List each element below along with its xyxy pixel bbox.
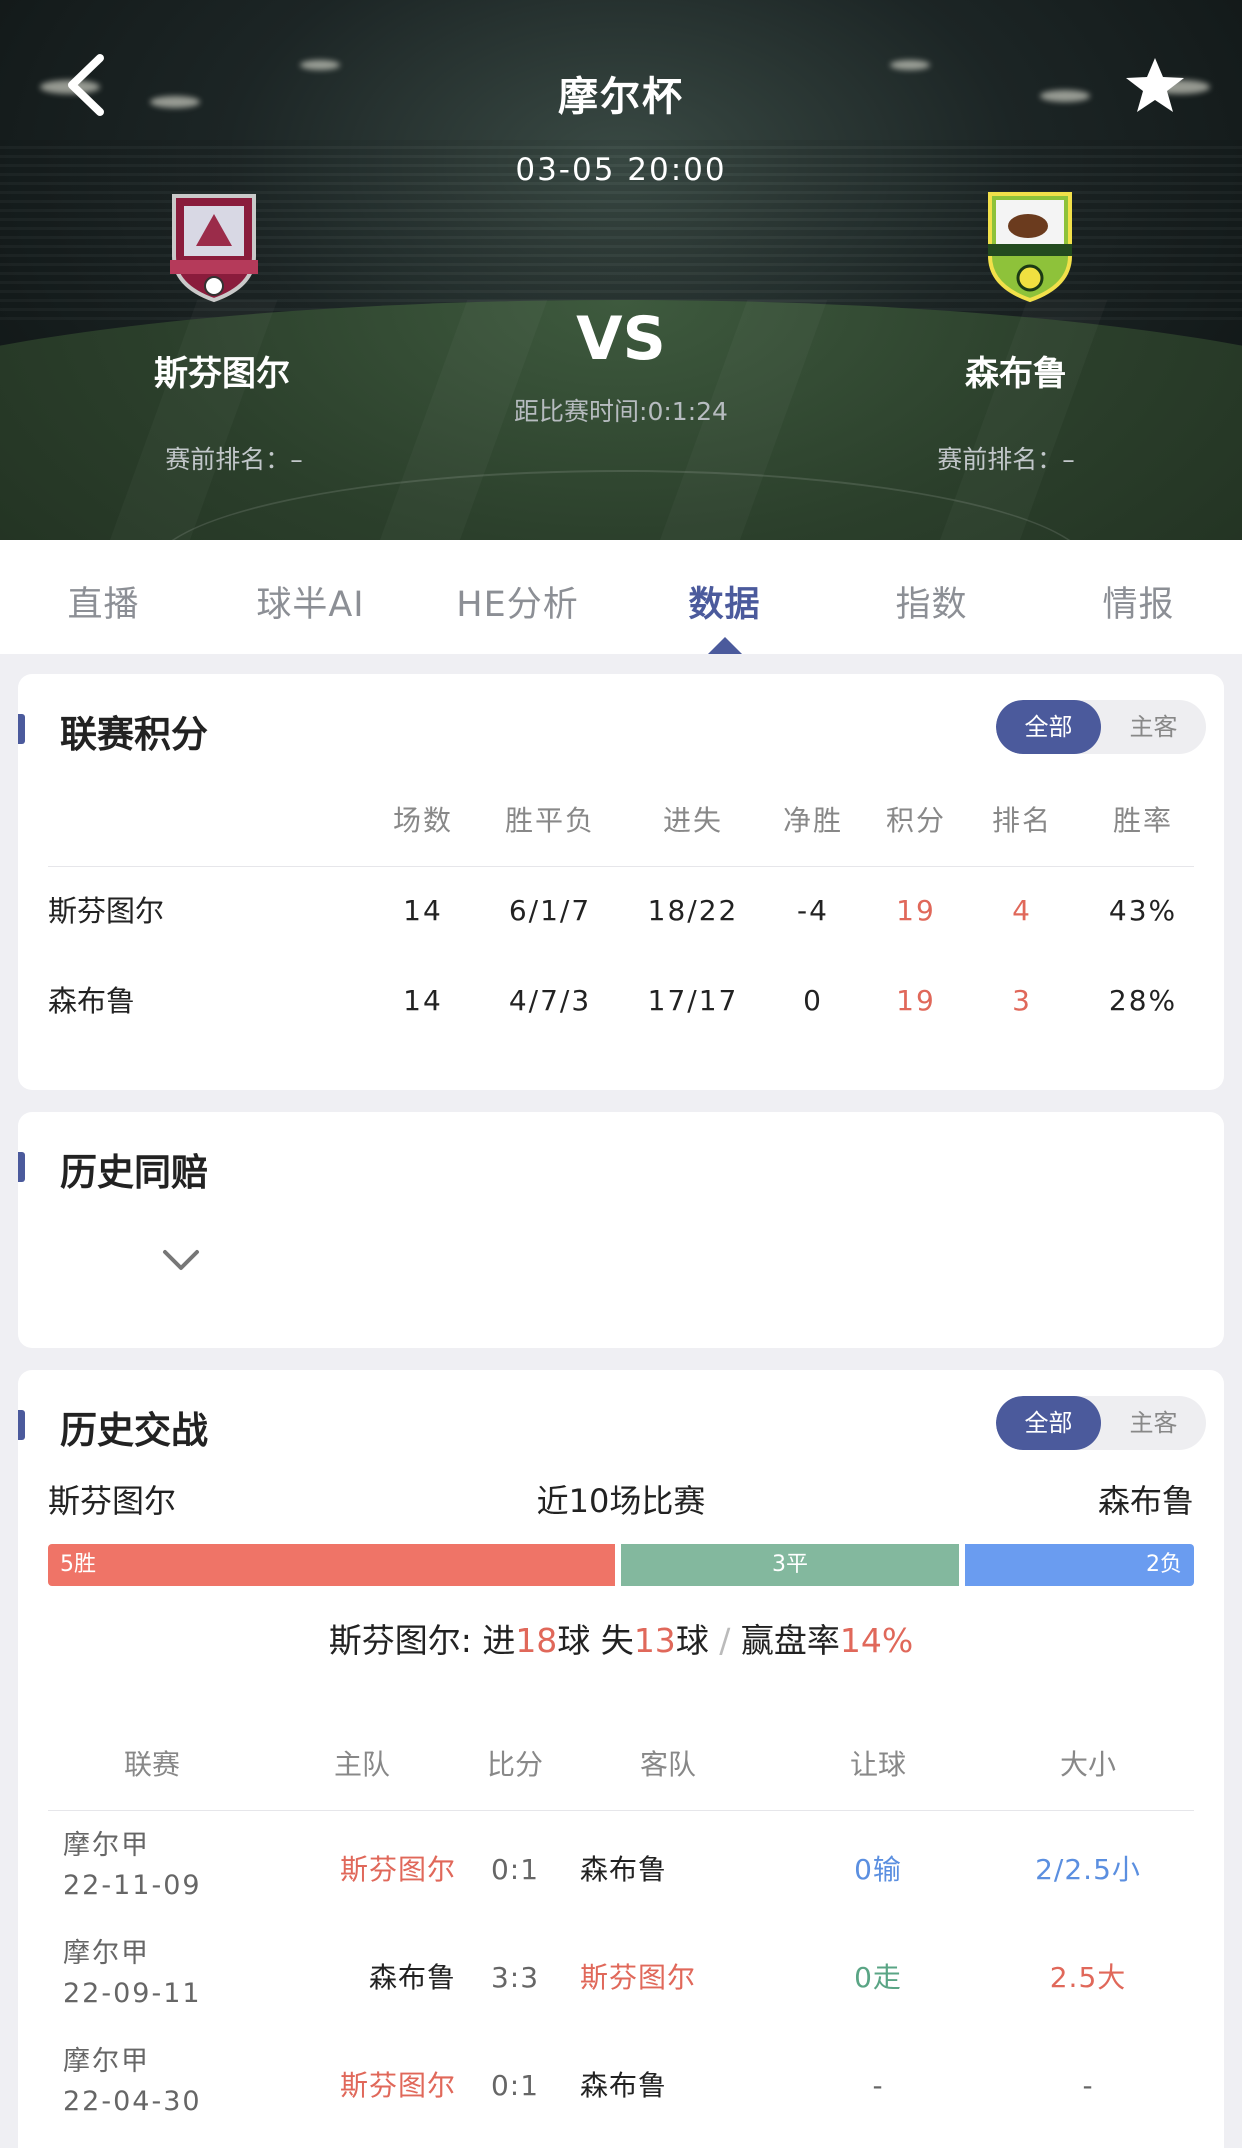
col-header: 比分 — [486, 1748, 544, 1781]
match-date: 22-04-30 — [63, 2086, 202, 2117]
match-away: 森布鲁 — [580, 1853, 668, 1886]
history-header: 联赛 主队 比分 客队 让球 大小 — [48, 1720, 1194, 1810]
standings-card: 联赛积分 全部 主客 场数 胜平负 进失 净胜 积分 排名 胜率 斯芬图尔 14… — [18, 674, 1224, 1090]
col-header: 净胜 — [782, 804, 844, 837]
match-score: 0:1 — [490, 1853, 540, 1886]
h2h-title: 历史交战 — [60, 1409, 208, 1452]
tab-data[interactable]: 数据 — [621, 540, 828, 654]
match-handicap: 0走 — [854, 1961, 902, 1994]
col-header: 排名 — [991, 804, 1053, 837]
h2h-recent-label: 近10场比赛 — [536, 1482, 706, 1520]
team-name: 斯芬图尔 — [48, 894, 165, 928]
filter-home-away-button[interactable]: 主客 — [1101, 700, 1206, 754]
tab-live[interactable]: 直播 — [0, 540, 207, 654]
col-header: 客队 — [639, 1748, 697, 1781]
loss-segment: 2负 — [965, 1544, 1194, 1586]
draw-segment: 3平 — [621, 1544, 959, 1586]
goals: 17/17 — [647, 984, 739, 1017]
wdl: 4/7/3 — [508, 984, 592, 1017]
same-odds-title: 历史同赔 — [60, 1151, 208, 1194]
col-header: 联赛 — [123, 1748, 181, 1781]
match-date: 22-09-11 — [63, 1978, 202, 2009]
rank: 4 — [1012, 894, 1032, 927]
match-league: 摩尔甲 — [63, 1830, 150, 1861]
wdl: 6/1/7 — [508, 894, 592, 927]
tab-ai[interactable]: 球半AI — [207, 540, 414, 654]
home-team-rank: 赛前排名：– — [165, 445, 303, 474]
match-row[interactable]: 摩尔甲 22-11-09 斯芬图尔 0:1 森布鲁 0输 2/2.5小 — [48, 1816, 1194, 1924]
match-handicap: 0输 — [854, 1853, 902, 1886]
match-handicap: - — [872, 2069, 884, 2102]
played: 14 — [403, 984, 443, 1017]
h2h-card: 历史交战 全部 主客 斯芬图尔 近10场比赛 森布鲁 5胜 3平 2负 斯芬图尔… — [18, 1370, 1224, 2148]
played: 14 — [403, 894, 443, 927]
table-row[interactable]: 森布鲁 14 4/7/3 17/17 0 19 3 28% — [48, 956, 1198, 1046]
match-row[interactable]: 摩尔甲 22-04-30 斯芬图尔 0:1 森布鲁 - - — [48, 2032, 1194, 2140]
points: 19 — [896, 894, 936, 927]
match-league: 摩尔甲 — [63, 2046, 150, 2077]
away-team-logo[interactable] — [982, 186, 1078, 304]
handicap-win-rate: 14% — [839, 1621, 914, 1660]
away-team-rank: 赛前排名：– — [937, 445, 1075, 474]
col-header: 胜率 — [1112, 804, 1174, 837]
win-rate: 28% — [1108, 984, 1178, 1017]
win-segment: 5胜 — [48, 1544, 615, 1586]
rank: 3 — [1012, 984, 1032, 1017]
match-league: 摩尔甲 — [63, 1938, 150, 1969]
countdown-text: 距比赛时间:0:1:24 — [514, 397, 728, 426]
win-rate: 43% — [1108, 894, 1178, 927]
col-header: 让球 — [849, 1748, 907, 1781]
goal-diff: -4 — [797, 894, 829, 927]
tab-bar: 直播 球半AI HE分析 数据 指数 情报 — [0, 540, 1242, 654]
home-team-logo[interactable] — [166, 186, 262, 304]
filter-all-button[interactable]: 全部 — [996, 1396, 1101, 1450]
goals: 18/22 — [647, 894, 739, 927]
result-bar: 5胜 3平 2负 — [48, 1544, 1194, 1586]
points: 19 — [896, 984, 936, 1017]
favorite-star-icon[interactable] — [1124, 56, 1186, 114]
goals-against: 13 — [633, 1621, 676, 1660]
match-away: 斯芬图尔 — [580, 1961, 697, 1994]
match-header: 摩尔杯 03-05 20:00 斯芬图尔 森布鲁 VS 距比赛时间:0:1:24… — [0, 0, 1242, 540]
standings-filter: 全部 主客 — [996, 700, 1206, 754]
col-header: 积分 — [885, 804, 947, 837]
match-home: 斯芬图尔 — [339, 2069, 456, 2102]
goals-for: 18 — [515, 1621, 558, 1660]
standings-header: 场数 胜平负 进失 净胜 积分 排名 胜率 — [48, 776, 1198, 866]
match-ou: 2.5大 — [1049, 1961, 1127, 1994]
match-away: 森布鲁 — [580, 2069, 668, 2102]
col-header: 胜平负 — [504, 804, 596, 837]
match-ou: - — [1082, 2069, 1094, 2102]
match-date: 22-11-09 — [63, 1870, 202, 1901]
filter-home-away-button[interactable]: 主客 — [1101, 1396, 1206, 1450]
standings-title: 联赛积分 — [60, 713, 208, 756]
match-home: 森布鲁 — [368, 1961, 456, 1994]
match-row[interactable]: 摩尔甲 22-09-11 森布鲁 3:3 斯芬图尔 0走 2.5大 — [48, 1924, 1194, 2032]
summary-team: 斯芬图尔: — [328, 1621, 483, 1660]
match-score: 0:1 — [490, 2069, 540, 2102]
col-header: 主队 — [333, 1748, 391, 1781]
h2h-summary: 斯芬图尔: 进18球 失13球 / 赢盘率14% — [328, 1621, 914, 1660]
h2h-away-team: 森布鲁 — [1097, 1482, 1194, 1520]
match-home: 斯芬图尔 — [339, 1853, 456, 1886]
goal-diff: 0 — [803, 984, 823, 1017]
col-header: 进失 — [662, 804, 724, 837]
table-row[interactable]: 斯芬图尔 14 6/1/7 18/22 -4 19 4 43% — [48, 866, 1198, 956]
tab-odds[interactable]: 指数 — [828, 540, 1035, 654]
match-datetime: 03-05 20:00 — [515, 152, 727, 188]
team-name: 森布鲁 — [48, 984, 136, 1018]
tab-intel[interactable]: 情报 — [1035, 540, 1242, 654]
h2h-filter: 全部 主客 — [996, 1396, 1206, 1450]
vs-label: VS — [576, 304, 666, 374]
match-score: 3:3 — [490, 1961, 540, 1994]
chevron-down-icon[interactable] — [162, 1248, 200, 1272]
same-odds-card: 历史同赔 — [18, 1112, 1224, 1348]
col-header: 场数 — [392, 804, 454, 837]
tab-he-analysis[interactable]: HE分析 — [414, 540, 621, 654]
filter-all-button[interactable]: 全部 — [996, 700, 1101, 754]
match-ou: 2/2.5小 — [1035, 1853, 1141, 1886]
col-header: 大小 — [1059, 1748, 1117, 1781]
page-title: 摩尔杯 — [558, 74, 684, 120]
